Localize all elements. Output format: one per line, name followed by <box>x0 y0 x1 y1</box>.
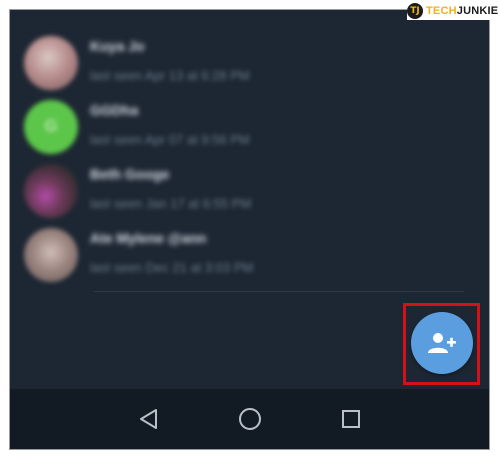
android-nav-bar <box>10 389 489 449</box>
contact-last-seen: last seen Apr 07 at 9:56 PM <box>90 132 250 147</box>
back-button[interactable] <box>132 402 166 436</box>
back-triangle-icon <box>140 409 157 429</box>
add-contact-button[interactable] <box>411 312 473 374</box>
contact-last-seen: last seen Dec 21 at 3:03 PM <box>90 260 254 275</box>
contact-item[interactable]: Beth Googe last seen Jan 17 at 6:55 PM <box>10 160 489 224</box>
logo-text-junkie: JUNKIE <box>456 5 499 17</box>
contact-item[interactable]: Ate Mylene @ann last seen Dec 21 at 3:03… <box>10 224 489 288</box>
contact-last-seen: last seen Apr 13 at 6:28 PM <box>90 68 250 83</box>
home-button[interactable] <box>233 402 267 436</box>
phone-screen: Kuya Jo last seen Apr 13 at 6:28 PM G GG… <box>9 9 490 450</box>
contact-name: GGDha <box>90 102 139 118</box>
home-circle-icon <box>239 408 261 430</box>
avatar <box>24 228 78 282</box>
techjunkie-watermark-logo: TJ TECH JUNKIE <box>407 2 500 20</box>
add-contact-icon <box>428 333 456 353</box>
avatar <box>24 36 78 90</box>
logo-mark: TJ <box>407 3 423 19</box>
contact-name: Ate Mylene @ann <box>90 230 207 246</box>
contact-item[interactable]: G GGDha last seen Apr 07 at 9:56 PM <box>10 96 489 160</box>
avatar-letter: G <box>44 118 58 135</box>
contact-item[interactable]: Kuya Jo last seen Apr 13 at 6:28 PM <box>10 32 489 96</box>
contact-name: Kuya Jo <box>90 38 145 54</box>
recent-apps-button[interactable] <box>334 402 368 436</box>
contact-name: Beth Googe <box>90 166 170 182</box>
list-divider <box>94 291 464 292</box>
avatar <box>24 164 78 218</box>
avatar: G <box>24 100 78 154</box>
recent-apps-square-icon <box>342 410 360 428</box>
logo-text-tech: TECH <box>426 5 457 17</box>
contact-last-seen: last seen Jan 17 at 6:55 PM <box>90 196 252 211</box>
